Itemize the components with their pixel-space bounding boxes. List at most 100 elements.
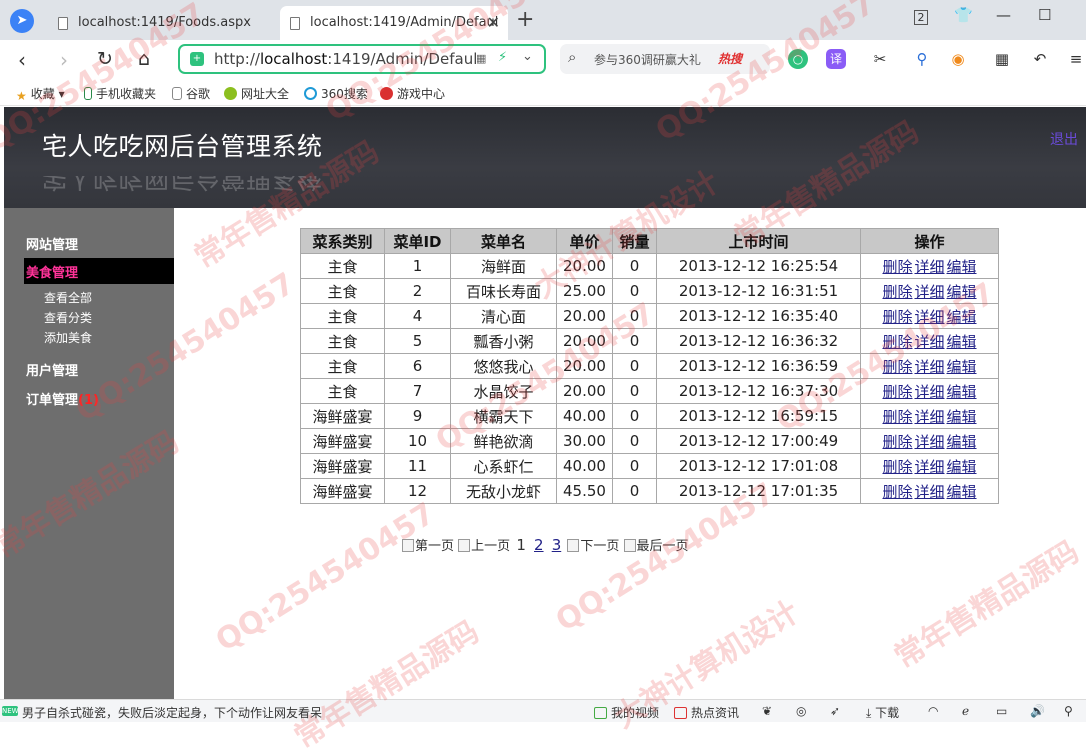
- browser-logo-icon[interactable]: ➤: [10, 9, 34, 33]
- chevron-down-icon[interactable]: ⌄: [522, 49, 533, 64]
- menu-icon[interactable]: ≡: [1066, 49, 1086, 69]
- forward-icon[interactable]: ›: [60, 48, 68, 72]
- prev-page-link[interactable]: 上一页: [458, 539, 510, 554]
- broken-image-icon: [402, 539, 414, 552]
- edit-link[interactable]: 编辑: [947, 458, 977, 476]
- apps-grid-icon[interactable]: ▦: [992, 49, 1012, 69]
- sidebar-item-user-management[interactable]: 用户管理: [26, 360, 78, 379]
- delete-link[interactable]: 删除: [882, 458, 912, 476]
- sidebar: 网站管理 美食管理 查看全部 查看分类 添加美食 用户管理 订单管理(1): [4, 208, 174, 699]
- maximize-icon[interactable]: ☐: [1038, 6, 1051, 24]
- hot-search-badge[interactable]: 热搜: [718, 50, 742, 67]
- detail-link[interactable]: 详细: [914, 333, 944, 351]
- edit-link[interactable]: 编辑: [947, 483, 977, 501]
- id-cell: 5: [384, 328, 451, 354]
- my-video-button[interactable]: 我的视频: [594, 704, 659, 721]
- game-icon[interactable]: ◉: [948, 49, 968, 69]
- delete-link[interactable]: 删除: [882, 383, 912, 401]
- window-count-badge[interactable]: 2: [914, 10, 928, 25]
- reload-icon[interactable]: ↻: [97, 48, 113, 70]
- translate-icon[interactable]: 译: [826, 49, 846, 69]
- leaf-icon[interactable]: ❦: [762, 704, 772, 718]
- close-tab-icon[interactable]: ✕: [487, 6, 500, 40]
- detail-link[interactable]: 详细: [914, 433, 944, 451]
- rocket-icon[interactable]: ➶: [830, 704, 840, 718]
- speed-icon[interactable]: ◎: [796, 704, 806, 718]
- page-link-2[interactable]: 2: [534, 536, 544, 554]
- url-text: http://localhost:1419/Admin/Defaul: [214, 50, 478, 68]
- detail-link[interactable]: 详细: [914, 283, 944, 301]
- search-input[interactable]: ⌕ 参与360调研赢大礼 热搜: [560, 44, 770, 74]
- category-cell: 主食: [300, 303, 385, 329]
- ie-icon[interactable]: ℯ: [962, 704, 969, 718]
- delete-link[interactable]: 删除: [882, 333, 912, 351]
- tab-admin-default[interactable]: localhost:1419/Admin/Defaul ✕: [280, 6, 508, 40]
- magnifier-extension-icon[interactable]: ⚲: [912, 49, 932, 69]
- page-link-3[interactable]: 3: [552, 536, 562, 554]
- last-page-link[interactable]: 最后一页: [623, 539, 689, 554]
- bookmark-games[interactable]: 游戏中心: [380, 85, 445, 102]
- bookmark-google[interactable]: 谷歌: [172, 85, 210, 102]
- detail-link[interactable]: 详细: [914, 308, 944, 326]
- delete-link[interactable]: 删除: [882, 308, 912, 326]
- window-icon[interactable]: ▭: [996, 704, 1007, 718]
- sidebar-item-add-food[interactable]: 添加美食: [44, 329, 92, 346]
- date-cell: 2013-12-12 16:37:30: [656, 378, 861, 404]
- volume-icon[interactable]: 🔊: [1030, 704, 1045, 718]
- new-tab-icon[interactable]: +: [516, 7, 534, 32]
- zoom-icon[interactable]: ⚲: [1064, 704, 1073, 718]
- detail-link[interactable]: 详细: [914, 383, 944, 401]
- detail-link[interactable]: 详细: [914, 358, 944, 376]
- delete-link[interactable]: 删除: [882, 283, 912, 301]
- tab-foods[interactable]: localhost:1419/Foods.aspx: [48, 6, 276, 40]
- shirt-icon[interactable]: 👕: [954, 6, 973, 24]
- sales-cell: 0: [612, 353, 657, 379]
- home-icon[interactable]: ⌂: [138, 48, 150, 70]
- headset-icon[interactable]: ◠: [928, 704, 938, 718]
- search-360-icon: [304, 87, 317, 100]
- bookmark-hao[interactable]: 网址大全: [224, 85, 289, 102]
- edit-link[interactable]: 编辑: [947, 383, 977, 401]
- detail-link[interactable]: 详细: [914, 258, 944, 276]
- delete-link[interactable]: 删除: [882, 258, 912, 276]
- sidebar-item-order-management[interactable]: 订单管理(1): [26, 389, 99, 408]
- back-icon[interactable]: ‹: [18, 48, 26, 72]
- id-cell: 11: [384, 453, 451, 479]
- edit-link[interactable]: 编辑: [947, 258, 977, 276]
- scissors-icon[interactable]: ✂: [870, 49, 890, 69]
- detail-link[interactable]: 详细: [914, 458, 944, 476]
- hot-news-button[interactable]: 热点资讯: [674, 704, 739, 721]
- undo-icon[interactable]: ↶: [1030, 49, 1050, 69]
- bookmark-mobile[interactable]: 手机收藏夹: [84, 85, 156, 102]
- edit-link[interactable]: 编辑: [947, 333, 977, 351]
- edit-link[interactable]: 编辑: [947, 433, 977, 451]
- first-page-link[interactable]: 第一页: [402, 539, 454, 554]
- edit-link[interactable]: 编辑: [947, 408, 977, 426]
- logout-link[interactable]: 退出: [1050, 129, 1078, 149]
- minimize-icon[interactable]: —: [996, 6, 1011, 24]
- edit-link[interactable]: 编辑: [947, 283, 977, 301]
- download-button[interactable]: ⤓ 下载: [866, 704, 899, 721]
- column-header: 销量: [612, 228, 657, 254]
- news-ticker[interactable]: 男子自杀式碰瓷，失败后淡定起身，下个动作让网友看呆: [22, 704, 322, 721]
- next-page-link[interactable]: 下一页: [567, 539, 619, 554]
- detail-link[interactable]: 详细: [914, 483, 944, 501]
- qr-icon[interactable]: ▦: [476, 52, 486, 65]
- chat-extension-icon[interactable]: ○: [788, 49, 808, 69]
- delete-link[interactable]: 删除: [882, 408, 912, 426]
- sidebar-item-view-all[interactable]: 查看全部: [44, 289, 92, 306]
- sidebar-item-food-management[interactable]: 美食管理: [24, 258, 174, 284]
- delete-link[interactable]: 删除: [882, 483, 912, 501]
- bookmark-favorites[interactable]: ★ 收藏 ▾: [16, 85, 65, 103]
- sidebar-item-site-management[interactable]: 网站管理: [26, 234, 78, 253]
- url-input[interactable]: + http://localhost:1419/Admin/Defaul ▦ ⚡…: [178, 44, 546, 74]
- lightning-icon[interactable]: ⚡: [498, 50, 507, 65]
- delete-link[interactable]: 删除: [882, 358, 912, 376]
- price-cell: 40.00: [556, 453, 613, 479]
- detail-link[interactable]: 详细: [914, 408, 944, 426]
- delete-link[interactable]: 删除: [882, 433, 912, 451]
- edit-link[interactable]: 编辑: [947, 358, 977, 376]
- edit-link[interactable]: 编辑: [947, 308, 977, 326]
- sidebar-item-view-categories[interactable]: 查看分类: [44, 309, 92, 326]
- bookmark-360search[interactable]: 360搜索: [304, 85, 368, 102]
